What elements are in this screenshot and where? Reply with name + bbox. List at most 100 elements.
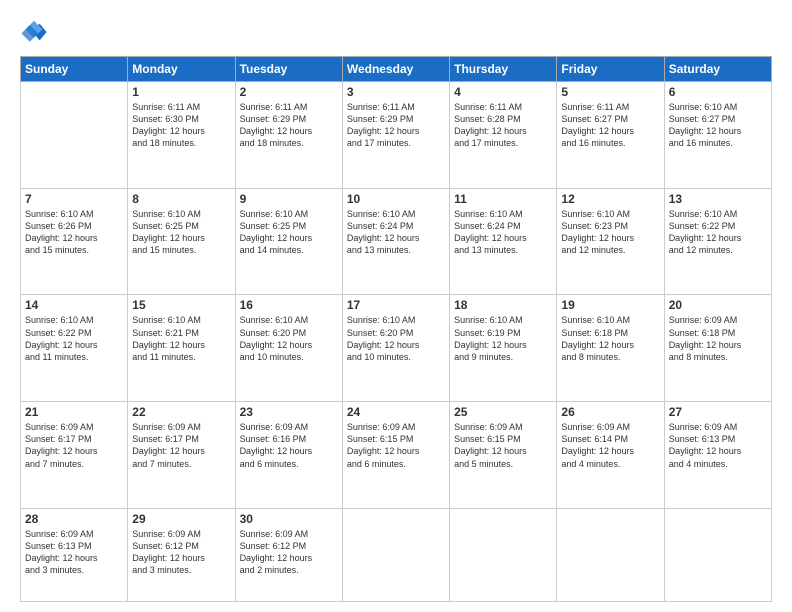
day-info: Sunrise: 6:09 AM Sunset: 6:14 PM Dayligh… (561, 421, 659, 470)
weekday-header: Thursday (450, 57, 557, 82)
day-number: 22 (132, 405, 230, 419)
weekday-header: Sunday (21, 57, 128, 82)
calendar-cell: 5 Sunrise: 6:11 AM Sunset: 6:27 PM Daylig… (557, 82, 664, 189)
day-info: Sunrise: 6:11 AM Sunset: 6:29 PM Dayligh… (240, 101, 338, 150)
calendar: SundayMondayTuesdayWednesdayThursdayFrid… (20, 56, 772, 602)
calendar-cell (664, 508, 771, 601)
day-number: 6 (669, 85, 767, 99)
day-number: 18 (454, 298, 552, 312)
calendar-cell: 9 Sunrise: 6:10 AM Sunset: 6:25 PM Daylig… (235, 188, 342, 295)
day-info: Sunrise: 6:10 AM Sunset: 6:26 PM Dayligh… (25, 208, 123, 257)
calendar-cell: 2 Sunrise: 6:11 AM Sunset: 6:29 PM Daylig… (235, 82, 342, 189)
weekday-header: Friday (557, 57, 664, 82)
calendar-cell: 3 Sunrise: 6:11 AM Sunset: 6:29 PM Daylig… (342, 82, 449, 189)
calendar-cell: 24 Sunrise: 6:09 AM Sunset: 6:15 PM Dayli… (342, 402, 449, 509)
day-number: 26 (561, 405, 659, 419)
day-number: 8 (132, 192, 230, 206)
day-info: Sunrise: 6:10 AM Sunset: 6:18 PM Dayligh… (561, 314, 659, 363)
day-info: Sunrise: 6:11 AM Sunset: 6:28 PM Dayligh… (454, 101, 552, 150)
calendar-cell: 15 Sunrise: 6:10 AM Sunset: 6:21 PM Dayli… (128, 295, 235, 402)
day-info: Sunrise: 6:09 AM Sunset: 6:17 PM Dayligh… (25, 421, 123, 470)
day-number: 30 (240, 512, 338, 526)
day-number: 13 (669, 192, 767, 206)
day-number: 17 (347, 298, 445, 312)
calendar-cell: 30 Sunrise: 6:09 AM Sunset: 6:12 PM Dayli… (235, 508, 342, 601)
day-info: Sunrise: 6:10 AM Sunset: 6:23 PM Dayligh… (561, 208, 659, 257)
day-info: Sunrise: 6:11 AM Sunset: 6:27 PM Dayligh… (561, 101, 659, 150)
calendar-cell: 12 Sunrise: 6:10 AM Sunset: 6:23 PM Dayli… (557, 188, 664, 295)
calendar-cell (342, 508, 449, 601)
day-info: Sunrise: 6:10 AM Sunset: 6:19 PM Dayligh… (454, 314, 552, 363)
weekday-header: Wednesday (342, 57, 449, 82)
day-info: Sunrise: 6:10 AM Sunset: 6:24 PM Dayligh… (454, 208, 552, 257)
calendar-cell (557, 508, 664, 601)
day-number: 4 (454, 85, 552, 99)
calendar-cell: 1 Sunrise: 6:11 AM Sunset: 6:30 PM Daylig… (128, 82, 235, 189)
header (20, 18, 772, 46)
day-number: 9 (240, 192, 338, 206)
calendar-cell: 23 Sunrise: 6:09 AM Sunset: 6:16 PM Dayli… (235, 402, 342, 509)
logo-icon (20, 18, 48, 46)
day-info: Sunrise: 6:09 AM Sunset: 6:16 PM Dayligh… (240, 421, 338, 470)
day-info: Sunrise: 6:10 AM Sunset: 6:25 PM Dayligh… (132, 208, 230, 257)
day-number: 19 (561, 298, 659, 312)
day-number: 24 (347, 405, 445, 419)
day-info: Sunrise: 6:10 AM Sunset: 6:20 PM Dayligh… (240, 314, 338, 363)
day-number: 12 (561, 192, 659, 206)
day-info: Sunrise: 6:09 AM Sunset: 6:13 PM Dayligh… (25, 528, 123, 577)
day-number: 23 (240, 405, 338, 419)
day-number: 16 (240, 298, 338, 312)
day-number: 15 (132, 298, 230, 312)
day-info: Sunrise: 6:10 AM Sunset: 6:21 PM Dayligh… (132, 314, 230, 363)
day-info: Sunrise: 6:09 AM Sunset: 6:18 PM Dayligh… (669, 314, 767, 363)
day-info: Sunrise: 6:10 AM Sunset: 6:20 PM Dayligh… (347, 314, 445, 363)
calendar-cell: 25Sunrise: 6:09 AM Sunset: 6:15 PM Dayli… (450, 402, 557, 509)
page: SundayMondayTuesdayWednesdayThursdayFrid… (0, 0, 792, 612)
calendar-cell: 14 Sunrise: 6:10 AM Sunset: 6:22 PM Dayli… (21, 295, 128, 402)
day-info: Sunrise: 6:10 AM Sunset: 6:22 PM Dayligh… (669, 208, 767, 257)
day-number: 10 (347, 192, 445, 206)
calendar-cell (450, 508, 557, 601)
calendar-cell: 8 Sunrise: 6:10 AM Sunset: 6:25 PM Daylig… (128, 188, 235, 295)
day-number: 28 (25, 512, 123, 526)
day-number: 1 (132, 85, 230, 99)
day-info: Sunrise: 6:09 AM Sunset: 6:12 PM Dayligh… (240, 528, 338, 577)
day-info: Sunrise: 6:09 AM Sunset: 6:12 PM Dayligh… (132, 528, 230, 577)
weekday-header: Monday (128, 57, 235, 82)
day-number: 20 (669, 298, 767, 312)
calendar-cell: 28 Sunrise: 6:09 AM Sunset: 6:13 PM Dayli… (21, 508, 128, 601)
day-info: Sunrise: 6:10 AM Sunset: 6:25 PM Dayligh… (240, 208, 338, 257)
day-number: 7 (25, 192, 123, 206)
calendar-cell: 16 Sunrise: 6:10 AM Sunset: 6:20 PM Dayli… (235, 295, 342, 402)
day-number: 2 (240, 85, 338, 99)
calendar-cell: 18 Sunrise: 6:10 AM Sunset: 6:19 PM Dayli… (450, 295, 557, 402)
calendar-cell: 6Sunrise: 6:10 AM Sunset: 6:27 PM Daylig… (664, 82, 771, 189)
day-number: 14 (25, 298, 123, 312)
day-number: 29 (132, 512, 230, 526)
calendar-cell: 29 Sunrise: 6:09 AM Sunset: 6:12 PM Dayli… (128, 508, 235, 601)
day-number: 27 (669, 405, 767, 419)
calendar-cell: 13 Sunrise: 6:10 AM Sunset: 6:22 PM Dayli… (664, 188, 771, 295)
calendar-cell: 11 Sunrise: 6:10 AM Sunset: 6:24 PM Dayli… (450, 188, 557, 295)
day-number: 11 (454, 192, 552, 206)
calendar-cell: 22 Sunrise: 6:09 AM Sunset: 6:17 PM Dayli… (128, 402, 235, 509)
calendar-cell: 20 Sunrise: 6:09 AM Sunset: 6:18 PM Dayli… (664, 295, 771, 402)
calendar-cell: 26 Sunrise: 6:09 AM Sunset: 6:14 PM Dayli… (557, 402, 664, 509)
day-info: Sunrise: 6:09 AM Sunset: 6:15 PM Dayligh… (347, 421, 445, 470)
day-info: Sunrise: 6:10 AM Sunset: 6:24 PM Dayligh… (347, 208, 445, 257)
day-number: 25 (454, 405, 552, 419)
weekday-header: Saturday (664, 57, 771, 82)
calendar-cell: 19 Sunrise: 6:10 AM Sunset: 6:18 PM Dayli… (557, 295, 664, 402)
day-info: Sunrise: 6:09 AM Sunset: 6:13 PM Dayligh… (669, 421, 767, 470)
day-number: 3 (347, 85, 445, 99)
calendar-cell: 10 Sunrise: 6:10 AM Sunset: 6:24 PM Dayli… (342, 188, 449, 295)
day-number: 5 (561, 85, 659, 99)
day-info: Sunrise: 6:10 AM Sunset: 6:22 PM Dayligh… (25, 314, 123, 363)
calendar-cell (21, 82, 128, 189)
day-info: Sunrise: 6:09 AM Sunset: 6:17 PM Dayligh… (132, 421, 230, 470)
day-info: Sunrise: 6:11 AM Sunset: 6:30 PM Dayligh… (132, 101, 230, 150)
logo (20, 18, 52, 46)
weekday-header: Tuesday (235, 57, 342, 82)
calendar-cell: 27 Sunrise: 6:09 AM Sunset: 6:13 PM Dayli… (664, 402, 771, 509)
day-info: Sunrise: 6:11 AM Sunset: 6:29 PM Dayligh… (347, 101, 445, 150)
